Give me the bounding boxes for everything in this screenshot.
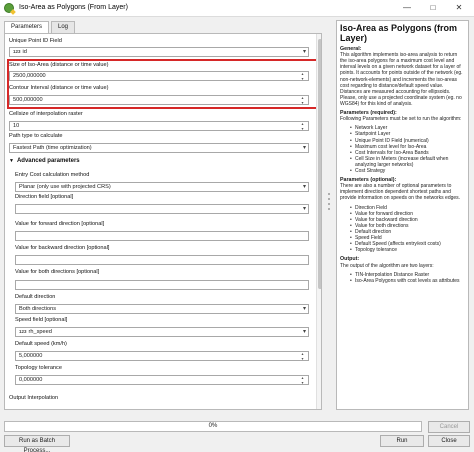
direction-field-label: Direction field [optional] [15,194,74,200]
cellsize-label: Cellsize of interpolation raster [9,111,83,117]
default-speed-label: Default speed (km/h) [15,341,67,347]
forward-input[interactable] [15,231,309,241]
path-type-label: Path type to calculate [9,133,63,139]
list-item: Cost Strategy [350,168,465,174]
list-item: Iso-Area Polygons with cost levels as at… [350,278,465,284]
interval-label: Contour Interval (distance or time value… [9,85,109,91]
topology-label: Topology tolerance [15,365,62,371]
both-input[interactable] [15,280,309,290]
help-required-list: Network Layer Startpoint Layer Unique Po… [350,125,465,174]
close-icon[interactable]: ✕ [446,0,472,16]
output-interp-label: Output Interpolation [9,395,59,401]
minimize-icon[interactable]: — [394,0,420,16]
advanced-header-label: Advanced parameters [16,158,80,164]
cellsize-input[interactable]: 10 [9,121,309,131]
help-title: Iso-Area as Polygons (from Layer) [340,23,458,43]
default-speed-input[interactable]: 5,000000 [15,351,309,361]
interval-input[interactable]: 500,000000 [9,95,309,105]
help-panel: Iso-Area as Polygons (from Layer) Genera… [336,20,469,410]
default-direction-select[interactable]: Both directions [15,304,309,314]
run-button[interactable]: Run [380,435,424,447]
cancel-button[interactable]: Cancel [428,421,470,433]
default-direction-label: Default direction [15,294,56,300]
speed-field-value: rh_speed [28,329,52,335]
entry-cost-select[interactable]: Planar (only use with projected CRS) [15,182,309,192]
speed-field-label: Speed field [optional] [15,317,68,323]
help-required-text: Following Parameters must be set to run … [340,116,462,123]
backward-label: Value for backward direction [optional] [15,245,110,251]
path-type-select[interactable]: Fastest Path (time optimization) [9,143,309,153]
scrollbar-thumb[interactable] [318,39,321,289]
help-output-text: The output of the algorithm are two laye… [340,262,434,269]
both-label: Value for both directions [optional] [15,269,100,275]
unique-id-select[interactable]: 123 id [9,47,309,57]
list-item: Cell Size in Meters (increase default wh… [350,156,465,168]
speed-field-select[interactable]: 123 rh_speed [15,327,309,337]
tab-log[interactable]: Log [51,21,76,33]
help-general-note: Please, only use a projected coordinate … [340,94,462,107]
advanced-parameters-toggle[interactable]: ▼ Advanced parameters [9,158,80,164]
qgis-logo-icon [4,3,14,13]
window-title: Iso-Area as Polygons (From Layer) [19,4,128,11]
close-button[interactable]: Close [428,435,470,447]
backward-input[interactable] [15,255,309,265]
direction-field-select[interactable] [15,204,309,214]
forward-label: Value for forward direction [optional] [15,221,105,227]
entry-cost-label: Entry Cost calculation method [15,172,90,178]
splitter-handle[interactable] [327,190,331,220]
list-item: Topology tolerance [350,247,465,253]
help-optional-list: Direction Field Value for forward direct… [350,205,465,254]
size-label: Size of Iso-Area (distance or time value… [9,62,109,68]
help-optional-text: There are also a number of optional para… [340,183,461,202]
run-batch-button[interactable]: Run as Batch Process... [4,435,70,452]
help-general-text: This algorithm implements iso-area analy… [340,52,463,95]
help-output-list: TIN-Interpolation Distance Raster Iso-Ar… [350,272,465,284]
numeric-field-icon: 123 [13,49,21,54]
numeric-field-icon: 123 [19,329,27,334]
unique-id-label: Unique Point ID Field [9,38,62,44]
maximize-icon[interactable]: □ [420,0,446,16]
collapse-arrow-icon: ▼ [9,158,14,164]
unique-id-value: id [22,49,27,55]
topology-input[interactable]: 0,000000 [15,375,309,385]
progress-bar: 0% [4,421,422,432]
parameters-panel: Unique Point ID Field 123id Size of Iso-… [4,33,322,410]
scrollbar[interactable] [316,34,321,409]
size-input[interactable]: 2500,000000 [9,71,309,81]
title-bar: Iso-Area as Polygons (From Layer) — □ ✕ [0,0,474,17]
